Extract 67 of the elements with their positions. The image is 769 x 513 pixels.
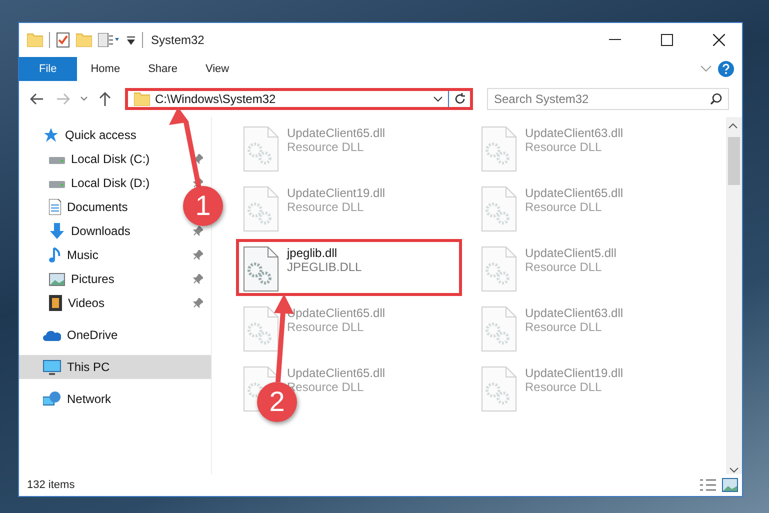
dll-file-icon bbox=[481, 246, 517, 292]
sidebar-item[interactable]: Videos bbox=[19, 291, 211, 315]
cloud-icon bbox=[43, 329, 61, 341]
file-type: JPEGLIB.DLL bbox=[287, 260, 362, 274]
monitor-icon bbox=[43, 360, 61, 374]
pin-icon bbox=[193, 274, 203, 284]
dll-file-icon bbox=[481, 366, 517, 412]
dll-file-icon bbox=[481, 126, 517, 172]
large-icons-view-icon[interactable] bbox=[722, 478, 738, 492]
music-note-icon bbox=[49, 247, 61, 263]
pin-icon bbox=[193, 250, 203, 260]
refresh-icon bbox=[454, 93, 466, 105]
ribbon-tab[interactable]: Share bbox=[134, 57, 192, 81]
sidebar-item[interactable]: Music bbox=[19, 243, 211, 267]
dll-file-icon bbox=[243, 246, 279, 292]
minimize-icon bbox=[609, 39, 621, 41]
view-options-icon[interactable] bbox=[98, 33, 120, 47]
star-icon bbox=[43, 127, 59, 143]
file-type: Resource DLL bbox=[287, 320, 365, 334]
search-icon bbox=[710, 93, 722, 105]
dropdown-chevron-icon[interactable] bbox=[433, 96, 443, 102]
pin-icon bbox=[193, 298, 203, 308]
pin-icon bbox=[193, 154, 203, 164]
ribbon-tab[interactable]: View bbox=[191, 57, 244, 81]
film-icon bbox=[49, 295, 62, 311]
address-bar[interactable]: C:\Windows\System32 bbox=[125, 88, 473, 110]
close-icon bbox=[713, 34, 725, 46]
sidebar-item[interactable]: Documents bbox=[19, 195, 136, 219]
file-type: Resource DLL bbox=[525, 260, 603, 274]
ribbon-tab[interactable]: Home bbox=[76, 57, 134, 81]
maximize-icon bbox=[661, 34, 673, 46]
scroll-up-icon[interactable] bbox=[728, 122, 738, 130]
scrollbar[interactable] bbox=[726, 117, 742, 474]
file-type: Resource DLL bbox=[287, 140, 365, 154]
sidebar-item[interactable]: OneDrive bbox=[19, 323, 211, 347]
window-title: System32 bbox=[151, 33, 204, 47]
scroll-thumb[interactable] bbox=[728, 137, 740, 185]
dll-file-icon bbox=[243, 186, 279, 232]
file-name[interactable]: jpeglib.dll bbox=[287, 246, 362, 260]
file-type: Resource DLL bbox=[525, 320, 603, 334]
sidebar-item[interactable]: Pictures bbox=[19, 267, 211, 291]
globe-monitor-icon bbox=[43, 391, 61, 407]
download-arrow-icon bbox=[49, 223, 65, 239]
dll-file-icon bbox=[243, 126, 279, 172]
search-field[interactable]: Search System32 bbox=[487, 88, 729, 110]
file-type: Resource DLL bbox=[287, 380, 365, 394]
file-type: Resource DLL bbox=[525, 380, 603, 394]
folder-icon bbox=[134, 92, 150, 106]
customize-caret-icon[interactable] bbox=[126, 35, 136, 45]
file-type: Resource DLL bbox=[287, 200, 365, 214]
picture-icon bbox=[49, 272, 65, 286]
help-icon[interactable] bbox=[716, 59, 736, 79]
details-view-icon[interactable] bbox=[700, 478, 716, 492]
sidebar-item[interactable]: This PC bbox=[19, 355, 211, 379]
sidebar-item[interactable]: Quick access bbox=[19, 123, 211, 147]
file-type: Resource DLL bbox=[525, 140, 603, 154]
pin-icon bbox=[193, 226, 203, 236]
sidebar-item[interactable]: Network bbox=[19, 387, 211, 411]
dll-file-icon bbox=[481, 186, 517, 232]
document-icon bbox=[49, 199, 61, 215]
file-type: Resource DLL bbox=[525, 200, 603, 214]
item-count: 132 items bbox=[27, 479, 75, 491]
dll-file-icon bbox=[481, 306, 517, 352]
dll-file-icon bbox=[243, 306, 279, 352]
properties-icon[interactable] bbox=[56, 32, 70, 48]
sidebar-item[interactable]: Local Disk (C:) bbox=[19, 147, 211, 171]
scroll-down-icon[interactable] bbox=[729, 466, 739, 474]
